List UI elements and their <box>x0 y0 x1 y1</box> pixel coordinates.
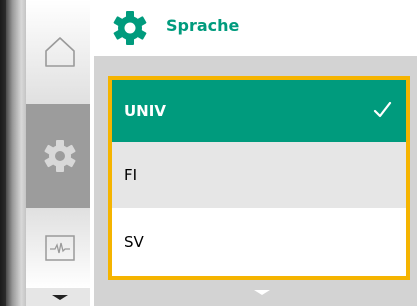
page-title: Sprache <box>166 16 240 35</box>
language-option-label: FI <box>124 166 138 184</box>
language-option-sv[interactable]: SV <box>112 208 406 276</box>
gear-icon <box>113 11 147 45</box>
home-icon <box>45 37 75 67</box>
sidebar-item-settings[interactable] <box>26 104 94 208</box>
sidebar <box>26 0 94 306</box>
gear-icon <box>44 140 76 172</box>
chevron-down-icon <box>52 294 68 300</box>
language-option-label: SV <box>124 233 144 251</box>
sidebar-scroll-down[interactable] <box>26 288 94 306</box>
device-bezel <box>6 0 28 306</box>
main-panel: Sprache UNIV FI SV <box>94 0 417 306</box>
language-option-univ[interactable]: UNIV <box>112 80 406 142</box>
language-list: UNIV FI SV <box>108 76 410 280</box>
checkmark-icon <box>373 101 392 118</box>
language-option-label: UNIV <box>124 102 166 120</box>
language-option-fi[interactable]: FI <box>112 142 406 208</box>
sidebar-item-home[interactable] <box>26 0 94 104</box>
chevron-down-icon[interactable] <box>254 290 270 295</box>
sidebar-item-monitoring[interactable] <box>26 208 94 288</box>
header: Sprache <box>94 0 417 56</box>
pulse-monitor-icon <box>45 235 75 261</box>
